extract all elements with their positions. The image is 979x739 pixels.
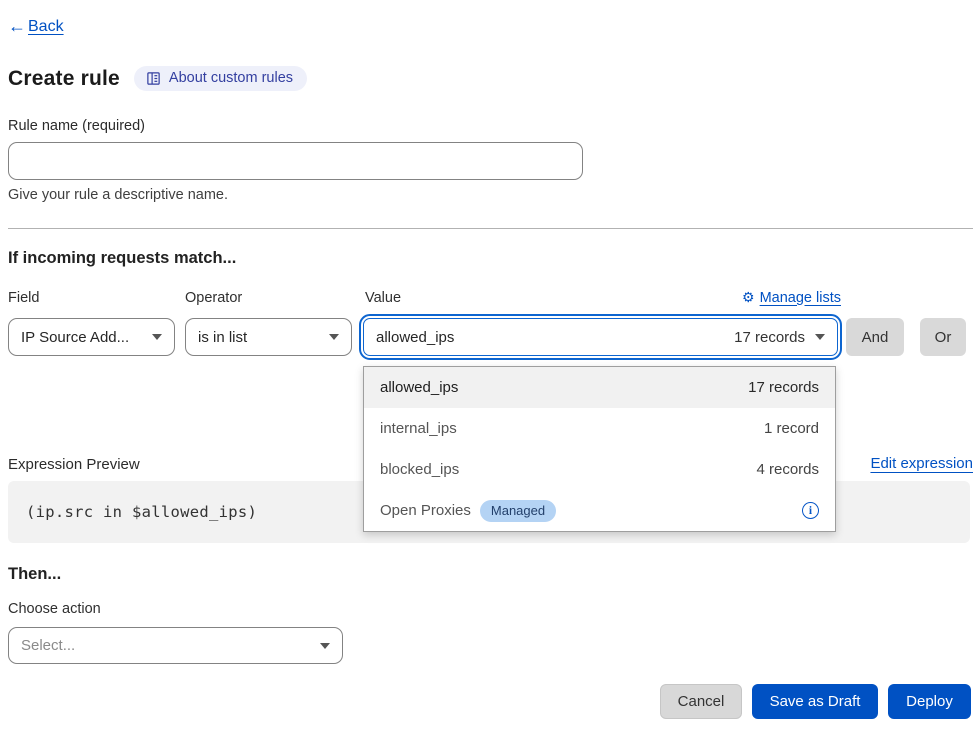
chevron-down-icon	[320, 643, 330, 649]
option-records: 4 records	[756, 461, 819, 478]
value-label: Value	[365, 290, 401, 306]
operator-label: Operator	[185, 290, 242, 306]
managed-badge: Managed	[480, 500, 556, 522]
about-badge-label: About custom rules	[169, 70, 293, 86]
match-section-heading: If incoming requests match...	[8, 249, 236, 268]
expression-preview-label: Expression Preview	[8, 456, 140, 473]
dropdown-option-internal-ips[interactable]: internal_ips 1 record	[364, 408, 835, 449]
option-name: Open Proxies	[380, 502, 471, 519]
field-select-value: IP Source Add...	[21, 329, 129, 346]
edit-expression-link[interactable]: Edit expression	[870, 455, 973, 472]
field-label: Field	[8, 290, 39, 306]
value-select-records: 17 records	[734, 329, 805, 346]
and-button[interactable]: And	[846, 318, 904, 356]
manage-lists-link[interactable]: ⚙ Manage lists	[742, 289, 841, 306]
book-icon	[146, 71, 161, 86]
save-as-draft-button[interactable]: Save as Draft	[752, 684, 878, 719]
value-select-value: allowed_ips	[376, 329, 454, 346]
manage-lists-label: Manage lists	[760, 290, 841, 306]
chevron-down-icon	[152, 334, 162, 340]
field-select[interactable]: IP Source Add...	[8, 318, 175, 356]
rule-name-input[interactable]	[8, 142, 583, 180]
title-row: Create rule About custom rules	[8, 66, 307, 91]
deploy-button[interactable]: Deploy	[888, 684, 971, 719]
value-select[interactable]: allowed_ips 17 records	[363, 318, 838, 356]
dropdown-option-blocked-ips[interactable]: blocked_ips 4 records	[364, 449, 835, 490]
chevron-down-icon	[815, 334, 825, 340]
option-records: 17 records	[748, 379, 819, 396]
then-section-heading: Then...	[8, 565, 61, 584]
option-records: 1 record	[764, 420, 819, 437]
choose-action-label: Choose action	[8, 601, 101, 617]
create-rule-page: ← Back Create rule About custom rules Ru…	[0, 0, 979, 739]
option-name: allowed_ips	[380, 379, 458, 396]
cancel-button[interactable]: Cancel	[660, 684, 742, 719]
gear-icon: ⚙	[742, 289, 755, 306]
back-link[interactable]: ← Back	[8, 16, 64, 37]
action-select[interactable]: Select...	[8, 627, 343, 664]
value-select-focus-ring: allowed_ips 17 records	[359, 314, 842, 360]
rule-name-label: Rule name (required)	[8, 118, 145, 134]
back-label: Back	[28, 18, 64, 36]
section-divider	[8, 228, 973, 229]
option-name: internal_ips	[380, 420, 457, 437]
operator-select[interactable]: is in list	[185, 318, 352, 356]
action-select-placeholder: Select...	[21, 637, 75, 654]
dropdown-option-open-proxies[interactable]: Open Proxies Managed i	[364, 490, 835, 531]
rule-name-helper-text: Give your rule a descriptive name.	[8, 187, 228, 203]
chevron-down-icon	[329, 334, 339, 340]
operator-select-value: is in list	[198, 329, 247, 346]
dropdown-option-allowed-ips[interactable]: allowed_ips 17 records	[364, 367, 835, 408]
expression-code: (ip.src in $allowed_ips)	[26, 503, 257, 521]
page-title: Create rule	[8, 67, 120, 91]
option-name: blocked_ips	[380, 461, 459, 478]
value-dropdown-panel: allowed_ips 17 records internal_ips 1 re…	[363, 366, 836, 532]
about-custom-rules-link[interactable]: About custom rules	[134, 66, 307, 91]
info-icon[interactable]: i	[802, 502, 819, 519]
back-arrow-icon: ←	[8, 16, 26, 37]
or-button[interactable]: Or	[920, 318, 966, 356]
